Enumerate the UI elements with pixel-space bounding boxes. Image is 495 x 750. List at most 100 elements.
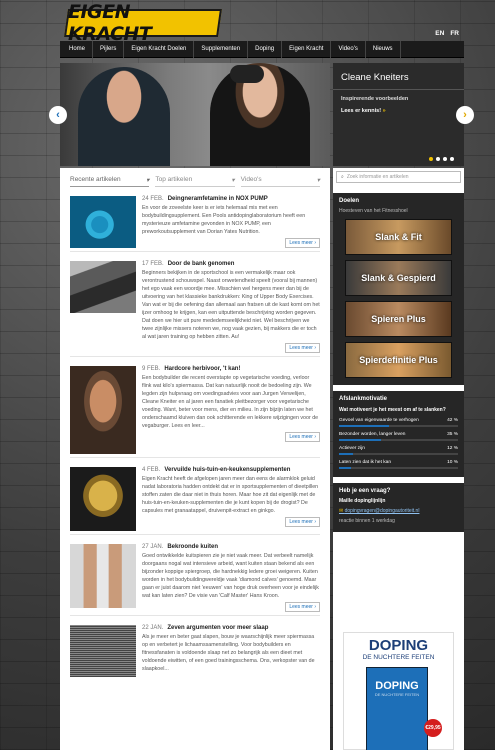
nav-doping[interactable]: Doping (248, 40, 283, 58)
poll-option-pct: 35 % (447, 432, 458, 437)
article-item: 24 FEB. Deingneramfetamine in NOX PUMP En… (60, 187, 330, 248)
hero-caption-panel: Cleane Kneiters Inspirerende voorbeelden… (333, 63, 464, 166)
email-link[interactable]: ✉ dopingvragen@dopingautoriteit.nl (339, 508, 458, 514)
poll-option[interactable]: Actiever zijn 12 % (339, 446, 458, 455)
poll-bar (339, 439, 458, 441)
article-title[interactable]: Hardcore herbivoor, 't kan! (164, 366, 240, 372)
tab-recent[interactable]: Recente artikelen ▾ (70, 176, 150, 187)
article-thumbnail[interactable] (70, 625, 136, 677)
article-title[interactable]: Zeven argumenten voor meer slaap (167, 625, 268, 631)
goal-label: Spieren Plus (371, 314, 426, 324)
article-excerpt: Beginners bekijken in de sportschool is … (142, 270, 320, 340)
goal-label: Slank & Gespierd (361, 273, 436, 283)
tab-top-label: Top artikelen (155, 176, 193, 183)
article-thumbnail[interactable] (70, 196, 136, 248)
nav-nieuws[interactable]: Nieuws (366, 40, 401, 58)
article-title[interactable]: Bekroonde kuiten (167, 544, 218, 550)
goal-spierdefinitie-plus[interactable]: Spierdefinitie Plus (345, 342, 452, 378)
article-date: 27 JAN. (142, 544, 164, 550)
goal-slank-fit[interactable]: Slank & Fit (345, 219, 452, 255)
read-more-button[interactable]: Lees meer › (285, 602, 320, 612)
nav-home[interactable]: Home (60, 40, 94, 58)
poll-bar-fill (339, 453, 354, 455)
slider-dot[interactable] (436, 157, 440, 161)
poll-option[interactable]: Gevoel van eigenwaarde te verhogen 42 % (339, 418, 458, 427)
search-box[interactable]: ⌕ Zoek informatie en artikelen (336, 171, 461, 183)
nav-eigen-kracht[interactable]: Eigen Kracht (282, 40, 332, 58)
article-excerpt: Goed ontwikkelde kuitspieren zie je niet… (142, 553, 319, 599)
doping-book-ad[interactable]: DOPING DE NUCHTERE FEITEN DOPING DE NUCH… (343, 632, 454, 750)
article-item: 22 JAN. Zeven argumenten voor meer slaap … (60, 616, 330, 677)
poll-question: Wat motiveert je het meest om af te slan… (339, 407, 446, 413)
slider-prev-button[interactable]: ‹ (49, 106, 67, 124)
poll-option-label: Gevoel van eigenwaarde te verhogen (339, 418, 419, 423)
article-tabs: Recente artikelen ▾ Top artikelen ▾ Video'… (60, 168, 330, 187)
slider-dot[interactable] (429, 157, 433, 161)
poll-option-label: Laten zien dat ik het kan (339, 460, 392, 465)
article-item: 4 FEB. Vervuilde huis-tuin-en-keukensuppl… (60, 458, 330, 531)
article-date: 9 FEB. (142, 366, 161, 372)
article-thumbnail[interactable] (70, 467, 136, 531)
poll-bar (339, 453, 458, 455)
nav-supplementen[interactable]: Supplementen (194, 40, 249, 58)
chevron-down-icon: ▾ (316, 177, 320, 184)
poll-option[interactable]: Laten zien dat ik het kan 10 % (339, 460, 458, 469)
hero-more-link[interactable]: Lees er kennis! » (333, 102, 464, 114)
poll-bar-fill (339, 439, 381, 441)
logo[interactable]: EIGEN KRACHT (64, 1, 222, 45)
slider-dot[interactable] (450, 157, 454, 161)
hero-man-figure (78, 67, 170, 166)
article-title[interactable]: Door de bank genomen (168, 261, 235, 267)
poll-bar-fill (339, 425, 389, 427)
hero-slider-image[interactable] (60, 63, 330, 166)
read-more-button[interactable]: Lees meer › (285, 517, 320, 527)
chevron-down-icon: ▾ (231, 177, 235, 184)
goal-spieren-plus[interactable]: Spieren Plus (345, 301, 452, 337)
poll-option[interactable]: Bezonder worden, langer leven 35 % (339, 432, 458, 441)
tab-top[interactable]: Top artikelen ▾ (155, 176, 235, 187)
poll-bar (339, 467, 458, 469)
article-thumbnail[interactable] (70, 366, 136, 454)
article-date: 17 FEB. (142, 261, 164, 267)
article-excerpt: En voor de zoveelste keer is er iets hel… (142, 205, 306, 235)
goals-title: Doelen (339, 198, 360, 204)
read-more-button[interactable]: Lees meer › (285, 432, 320, 442)
tab-videos[interactable]: Video's ▾ (240, 176, 320, 187)
chevron-left-icon: ‹ (56, 109, 60, 121)
nav-pijlers[interactable]: Pijlers (93, 40, 125, 58)
ad-subtitle: DE NUCHTERE FEITEN (362, 654, 435, 661)
tab-videos-label: Video's (240, 176, 262, 183)
chevron-right-icon: › (463, 109, 467, 121)
book-subtitle: DE NUCHTERE FEITEN (374, 692, 420, 697)
article-date: 24 FEB. (142, 196, 164, 202)
dumbbell-figure (230, 65, 264, 83)
question-panel: Heb je een vraag? Maille dopinglijnlijn … (333, 483, 464, 532)
article-date: 22 JAN. (142, 625, 164, 631)
article-date: 4 FEB. (142, 467, 161, 473)
poll-bar-fill (339, 467, 351, 469)
language-switch: EN FR (435, 30, 459, 37)
poll-option-label: Bezonder worden, langer leven (339, 432, 406, 437)
article-title[interactable]: Vervuilde huis-tuin-en-keukensupplemente… (164, 467, 290, 473)
read-more-button[interactable]: Lees meer › (285, 343, 320, 353)
slider-dot[interactable] (443, 157, 447, 161)
goal-slank-gespierd[interactable]: Slank & Gespierd (345, 260, 452, 296)
article-thumbnail[interactable] (70, 544, 136, 608)
nav-doelen[interactable]: Eigen Kracht Doelen (124, 40, 195, 58)
article-thumbnail[interactable] (70, 261, 136, 313)
article-excerpt: Een bodybuilder die recent overstapte op… (142, 375, 319, 429)
poll-title: Afslankmotivatie (339, 396, 388, 402)
lang-en[interactable]: EN (435, 30, 444, 37)
goals-panel: Doelen Hoesteven van het Fitnesshoel Sla… (333, 193, 464, 385)
article-item: 9 FEB. Hardcore herbivoor, 't kan! Een bo… (60, 357, 330, 454)
hero-title: Cleane Kneiters (341, 72, 409, 83)
article-title[interactable]: Deingneramfetamine in NOX PUMP (168, 196, 268, 202)
chevron-down-icon: ▾ (146, 177, 150, 184)
search-input[interactable]: Zoek informatie en artikelen (347, 174, 409, 180)
hero-subtitle: Inspirerende voorbeelden (333, 89, 464, 102)
lang-fr[interactable]: FR (450, 30, 459, 37)
poll-option-pct: 12 % (447, 446, 458, 451)
slider-next-button[interactable]: › (456, 106, 474, 124)
nav-videos[interactable]: Video's (331, 40, 366, 58)
read-more-button[interactable]: Lees meer › (285, 238, 320, 248)
